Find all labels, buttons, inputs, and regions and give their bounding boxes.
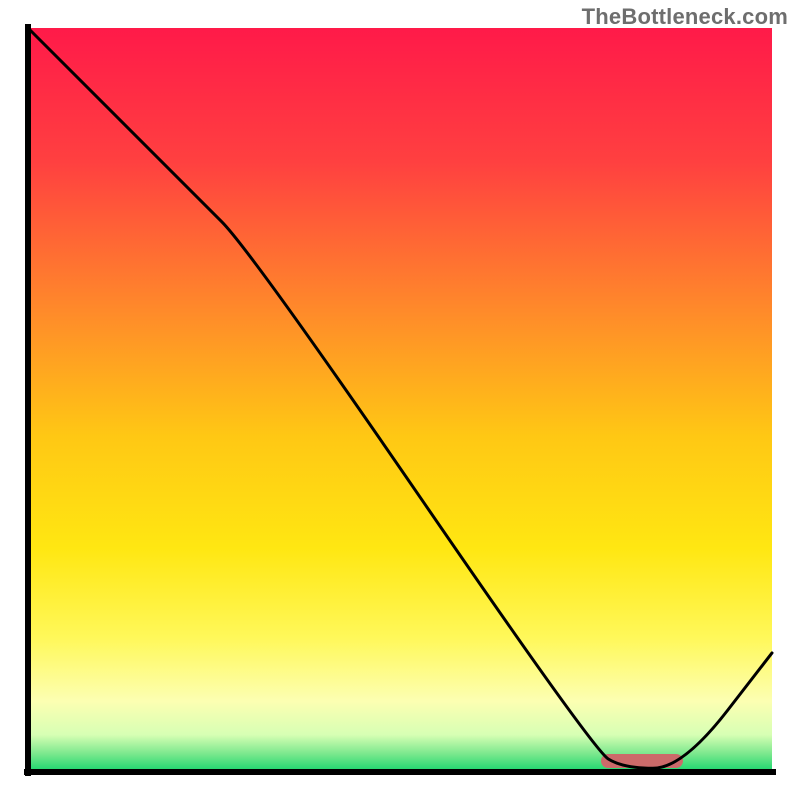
axes (0, 0, 800, 800)
watermark-text: TheBottleneck.com (582, 4, 788, 30)
chart-frame: TheBottleneck.com (0, 0, 800, 800)
